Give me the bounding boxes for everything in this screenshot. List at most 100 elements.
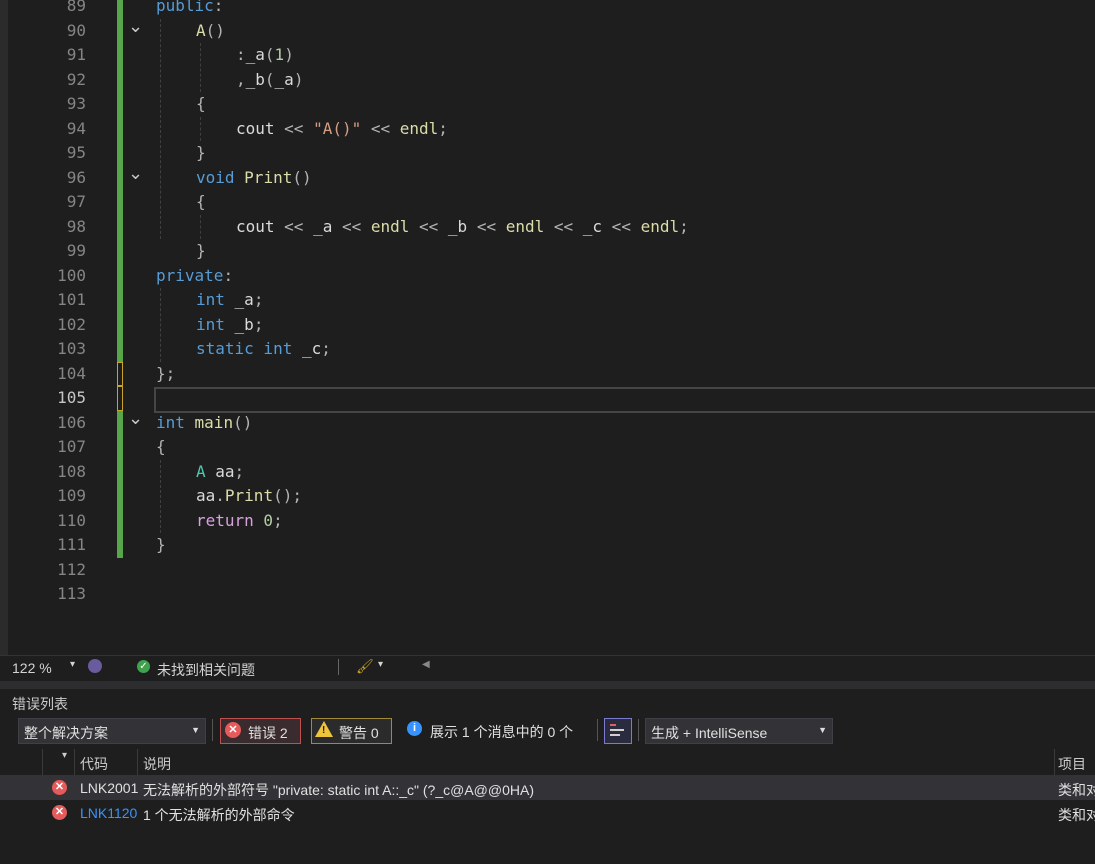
code-token: _b	[447, 216, 468, 236]
code-text[interactable]: ,_b(_a)	[236, 68, 303, 93]
column-divider[interactable]	[74, 749, 75, 775]
code-line[interactable]: 109 aa.Print();	[36, 484, 1095, 509]
scope-dropdown[interactable]: 整个解决方案 ▼	[18, 718, 206, 744]
code-token: private	[156, 265, 224, 285]
info-icon[interactable]: i	[407, 721, 422, 736]
code-text[interactable]: static int _c;	[196, 337, 331, 362]
code-text[interactable]: public:	[156, 0, 223, 19]
sort-icon[interactable]: ▾	[62, 750, 67, 761]
panel-splitter[interactable]	[0, 681, 1095, 689]
error-icon: ✕	[52, 805, 67, 820]
code-line[interactable]: 89 public:	[36, 0, 1095, 19]
copilot-icon[interactable]	[88, 659, 102, 673]
column-project[interactable]: 项目	[1058, 754, 1086, 774]
errors-filter-button[interactable]: ✕ 错误 2	[220, 718, 301, 744]
code-line[interactable]: 93 {	[36, 92, 1095, 117]
build-source-dropdown[interactable]: 生成 + IntelliSense ▼	[645, 718, 833, 744]
code-line[interactable]: 97 {	[36, 190, 1095, 215]
table-row[interactable]: ✕ LNK2001 无法解析的外部符号 "private: static int…	[0, 776, 1095, 800]
code-token: A	[196, 20, 206, 40]
change-indicator	[117, 43, 123, 68]
code-line[interactable]: 98 cout << _a << endl << _b << endl << _c…	[36, 214, 1095, 240]
code-text[interactable]: }	[156, 533, 166, 558]
code-text[interactable]: int _a;	[196, 288, 263, 313]
code-line[interactable]: 107 {	[36, 435, 1095, 460]
code-token: ;	[253, 290, 264, 309]
code-text[interactable]: aa.Print();	[196, 484, 302, 509]
code-line[interactable]: 94 cout << "A()" << endl;	[36, 116, 1095, 142]
fold-chevron-icon[interactable]: ⌄	[128, 17, 143, 44]
error-code[interactable]: LNK2001	[80, 780, 138, 796]
code-line[interactable]: 91:_a(1)	[36, 43, 1095, 68]
code-line[interactable]: 101 int _a;	[36, 288, 1095, 313]
code-line[interactable]: 104};	[36, 361, 1095, 387]
code-line[interactable]: 112	[36, 558, 1095, 583]
code-line[interactable]: 103 static int _c;	[36, 337, 1095, 362]
error-list-toolbar: 整个解决方案 ▼ ✕ 错误 2 ! 警告 0 i 展示 1 个消息中的 0 个 …	[0, 717, 1095, 745]
zoom-dropdown-icon[interactable]: ▾	[70, 659, 75, 670]
code-token: (	[264, 69, 275, 89]
code-text[interactable]: void Print()	[196, 166, 312, 191]
toolbar-separator	[638, 719, 639, 741]
code-token: ;	[438, 118, 448, 138]
code-line[interactable]: 95}	[36, 141, 1095, 166]
code-line[interactable]: 102 int _b;	[36, 312, 1095, 338]
table-row[interactable]: ✕ LNK1120 1 个无法解析的外部命令 类和对象	[0, 801, 1095, 825]
error-code-link[interactable]: LNK1120	[80, 805, 138, 821]
code-token: cout	[236, 216, 275, 236]
code-text[interactable]: {	[196, 190, 206, 215]
code-token: {	[196, 94, 206, 113]
code-token: }	[196, 143, 206, 162]
code-text[interactable]: cout << "A()" << endl;	[236, 117, 448, 142]
code-line[interactable]: 96 ⌄ void Print()	[36, 164, 1095, 191]
code-text[interactable]: private:	[156, 264, 233, 289]
scroll-left-icon[interactable]: ◀	[422, 659, 430, 670]
error-icon: ✕	[225, 722, 241, 738]
code-line[interactable]: 113	[36, 582, 1095, 607]
code-line[interactable]: 92 ,_b(_a)	[36, 67, 1095, 93]
code-line[interactable]: 110 return 0;	[36, 508, 1095, 534]
column-code[interactable]: 代码	[80, 754, 108, 774]
change-indicator	[117, 337, 123, 362]
code-text[interactable]: return 0;	[196, 509, 283, 534]
toolbar-separator	[212, 719, 213, 741]
code-text[interactable]: int _b;	[196, 313, 263, 338]
breakpoint-gutter[interactable]	[8, 0, 36, 655]
code-text[interactable]: cout << _a << endl << _b << endl << _c <…	[236, 215, 689, 240]
code-token: ;	[321, 339, 331, 358]
change-indicator	[117, 410, 123, 435]
code-token: :	[213, 0, 224, 15]
code-line[interactable]: 100 private:	[36, 263, 1095, 289]
zoom-level[interactable]: 122 %	[12, 660, 52, 676]
code-text[interactable]: A()	[196, 19, 225, 44]
cleanup-dropdown-icon[interactable]: ▾	[378, 659, 383, 670]
column-divider[interactable]	[1054, 749, 1055, 775]
code-line[interactable]: 106 ⌄ int main()	[36, 409, 1095, 436]
column-divider[interactable]	[42, 749, 43, 775]
code-line[interactable]: 111}	[36, 533, 1095, 558]
code-line[interactable]: 90 ⌄ A()	[36, 17, 1095, 44]
code-text[interactable]: A aa;	[196, 460, 244, 485]
code-text[interactable]: }	[196, 141, 206, 166]
code-editor[interactable]: 89 public: 90 ⌄ A() 91:_a(1) 92 ,_b(_a) 93{94 cou…	[0, 0, 1095, 655]
fold-chevron-icon[interactable]: ⌄	[128, 409, 143, 436]
column-description[interactable]: 说明	[143, 754, 171, 774]
code-line[interactable]: 108 A aa;	[36, 459, 1095, 485]
issues-status[interactable]: 未找到相关问题	[157, 660, 255, 680]
filter-list-icon[interactable]	[604, 718, 632, 744]
code-text[interactable]: }	[196, 239, 206, 264]
column-divider[interactable]	[137, 749, 138, 775]
fold-chevron-icon[interactable]: ⌄	[128, 164, 143, 191]
code-text[interactable]: :_a(1)	[236, 43, 294, 68]
change-indicator	[117, 92, 123, 117]
messages-filter-label[interactable]: 展示 1 个消息中的 0 个	[430, 722, 573, 742]
code-text[interactable]: {	[156, 435, 166, 460]
code-cleanup-icon[interactable]: 🖌	[356, 658, 374, 675]
line-number: 107	[57, 437, 86, 456]
code-text[interactable]: };	[156, 362, 175, 387]
code-text[interactable]: {	[196, 92, 206, 117]
warnings-filter-button[interactable]: ! 警告 0	[311, 718, 392, 744]
code-line[interactable]: 99}	[36, 239, 1095, 264]
code-text[interactable]: int main()	[156, 411, 252, 436]
code-token: ()	[233, 412, 253, 432]
